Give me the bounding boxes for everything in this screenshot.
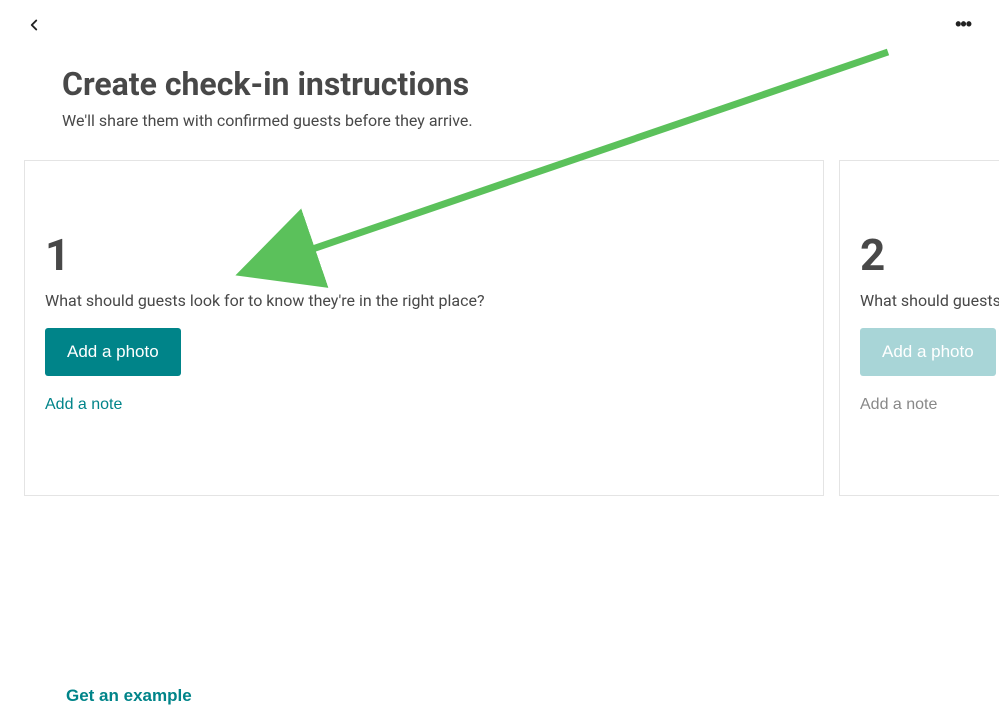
step-number: 2 (860, 233, 999, 277)
chevron-left-icon (25, 16, 43, 34)
add-photo-button: Add a photo (860, 328, 996, 376)
step-card-1: 1 What should guests look for to know th… (24, 160, 824, 496)
steps-container: 1 What should guests look for to know th… (0, 150, 999, 496)
page-title: Create check-in instructions (62, 65, 937, 103)
page-subtitle: We'll share them with confirmed guests b… (62, 111, 937, 130)
get-example-link[interactable]: Get an example (66, 686, 192, 706)
add-note-link[interactable]: Add a note (45, 396, 122, 414)
back-button[interactable] (20, 11, 48, 39)
step-prompt: What should guests (860, 291, 999, 310)
add-note-link: Add a note (860, 396, 937, 414)
step-card-2: 2 What should guests Add a photo Add a n… (839, 160, 999, 496)
step-prompt: What should guests look for to know they… (45, 291, 803, 310)
more-horizontal-icon: ••• (955, 14, 971, 34)
more-options-button[interactable]: ••• (947, 10, 979, 39)
step-number: 1 (45, 233, 803, 277)
add-photo-button[interactable]: Add a photo (45, 328, 181, 376)
